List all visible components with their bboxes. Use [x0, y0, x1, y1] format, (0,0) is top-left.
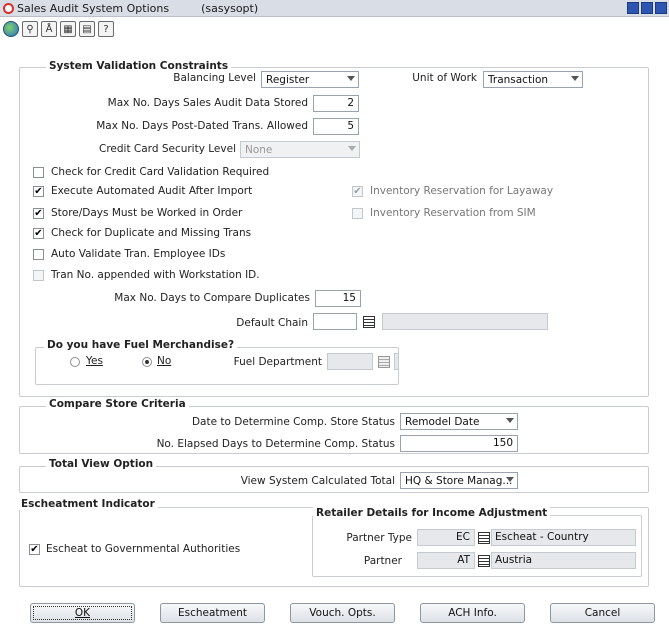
escheat-checkbox[interactable]: ✔ [29, 544, 40, 555]
notes-icon[interactable]: ▤ [79, 21, 95, 37]
partner-type-label: Partner Type [346, 532, 412, 544]
balancing-level-value: Register [266, 73, 310, 86]
store-days-label: Store/Days Must be Worked in Order [51, 207, 243, 219]
ach-info-button-label: ACH Info. [448, 607, 497, 619]
max-days-postdated-label: Max No. Days Post-Dated Trans. Allowed [96, 120, 308, 132]
unit-of-work-label: Unit of Work [412, 72, 477, 84]
main-panel: System Validation Constraints Balancing … [0, 42, 669, 634]
partner-name: Austria [491, 552, 636, 569]
default-chain-label: Default Chain [236, 317, 308, 329]
store-days-checkbox[interactable]: ✔ [33, 208, 44, 219]
spell-icon[interactable]: Å [41, 21, 57, 37]
window-title: Sales Audit System Options [17, 1, 170, 15]
max-days-postdated-input[interactable]: 5 [313, 118, 359, 135]
inv-sim-label: Inventory Reservation from SIM [370, 207, 536, 219]
chevron-down-icon [348, 146, 356, 151]
tran-no-checkbox [33, 270, 44, 281]
ok-button[interactable]: OK [30, 603, 135, 623]
check-dup-label: Check for Duplicate and Missing Trans [51, 227, 252, 239]
list-of-values-icon [378, 356, 390, 368]
inv-layaway-label: Inventory Reservation for Layaway [370, 185, 554, 197]
find-icon[interactable]: ⚲ [22, 21, 38, 37]
escheatment-button[interactable]: Escheatment [160, 603, 265, 623]
auto-validate-checkbox[interactable] [33, 249, 44, 260]
system-validation-title: System Validation Constraints [46, 60, 232, 72]
close-icon[interactable] [655, 2, 667, 14]
maximize-icon[interactable] [641, 2, 653, 14]
default-chain-desc [382, 313, 548, 330]
chevron-down-icon [571, 76, 579, 81]
default-chain-input[interactable] [313, 313, 357, 330]
cc-security-value: None [245, 143, 273, 156]
partner-code: AT [417, 552, 475, 569]
max-days-stored-label: Max No. Days Sales Audit Data Stored [107, 97, 308, 109]
fuel-no-label: No [157, 355, 172, 367]
check-cc-checkbox[interactable] [33, 167, 44, 178]
check-cc-label: Check for Credit Card Validation Require… [51, 166, 270, 178]
ach-info-button[interactable]: ACH Info. [420, 603, 525, 623]
ok-button-label: OK [74, 607, 91, 619]
fuel-no-radio[interactable] [142, 357, 152, 367]
max-days-compare-label: Max No. Days to Compare Duplicates [114, 292, 310, 304]
fuel-dept-hidden [394, 353, 399, 370]
partner-type-code: EC [417, 529, 475, 546]
view-total-value: HQ & Store Manag... [405, 474, 513, 487]
total-view-title: Total View Option [46, 458, 157, 470]
comp-date-value: Remodel Date [405, 415, 480, 428]
inv-sim-checkbox [352, 208, 363, 219]
comp-elapsed-input[interactable]: 150 [400, 435, 518, 452]
fuel-title: Do you have Fuel Merchandise? [44, 339, 238, 351]
comp-date-label: Date to Determine Comp. Store Status [191, 416, 395, 428]
max-days-stored-input[interactable]: 2 [313, 95, 359, 112]
partner-type-name: Escheat - Country [491, 529, 636, 546]
auto-validate-label: Auto Validate Tran. Employee IDs [51, 248, 226, 260]
app-icon [3, 2, 14, 14]
comp-date-select[interactable]: Remodel Date [400, 413, 518, 430]
tran-no-label: Tran No. appended with Workstation ID. [51, 269, 260, 281]
partner-label: Partner [363, 555, 402, 567]
check-dup-checkbox[interactable]: ✔ [33, 228, 44, 239]
chevron-down-icon [506, 418, 514, 423]
cancel-button[interactable]: Cancel [550, 603, 655, 623]
chevron-down-icon [347, 76, 355, 81]
window-code: (sasysopt) [201, 1, 259, 15]
compare-store-title: Compare Store Criteria [46, 398, 189, 410]
list-of-values-icon[interactable] [478, 532, 490, 544]
inv-layaway-checkbox: ✔ [352, 186, 363, 197]
balancing-level-label: Balancing Level [173, 72, 256, 84]
vouch-opts-button[interactable]: Vouch. Opts. [290, 603, 395, 623]
cc-security-select: None [240, 141, 360, 158]
view-total-select[interactable]: HQ & Store Manag... [400, 472, 518, 489]
cc-security-label: Credit Card Security Level [99, 143, 236, 155]
fuel-yes-radio[interactable] [70, 357, 80, 367]
unit-of-work-value: Transaction [488, 73, 549, 86]
exec-audit-checkbox[interactable]: ✔ [33, 186, 44, 197]
list-of-values-icon[interactable] [363, 316, 375, 328]
chevron-down-icon [506, 477, 514, 482]
help-icon[interactable]: ? [98, 21, 114, 37]
escheatment-title: Escheatment Indicator [18, 498, 158, 510]
cancel-button-label: Cancel [584, 607, 621, 619]
comp-elapsed-label: No. Elapsed Days to Determine Comp. Stat… [156, 438, 395, 450]
fuel-dept-input [327, 353, 373, 370]
retailer-title: Retailer Details for Income Adjustment [313, 507, 551, 519]
calendar-icon[interactable]: ▦ [60, 21, 76, 37]
fuel-yes-label: Yes [86, 355, 103, 367]
escheatment-button-label: Escheatment [177, 607, 247, 619]
exec-audit-label: Execute Automated Audit After Import [51, 185, 253, 197]
toolbar: ⚲ Å ▦ ▤ ? [0, 18, 669, 40]
unit-of-work-select[interactable]: Transaction [483, 71, 583, 88]
list-of-values-icon[interactable] [478, 555, 490, 567]
vouch-opts-button-label: Vouch. Opts. [309, 607, 376, 619]
escheat-label: Escheat to Governmental Authorities [46, 543, 241, 555]
minimize-icon[interactable] [627, 2, 639, 14]
fuel-dept-label: Fuel Department [233, 356, 322, 368]
balancing-level-select[interactable]: Register [261, 71, 359, 88]
view-total-label: View System Calculated Total [240, 475, 395, 487]
globe-icon[interactable] [3, 21, 19, 37]
window-title-bar: Sales Audit System Options (sasysopt) [0, 0, 669, 17]
max-days-compare-input[interactable]: 15 [315, 290, 361, 307]
